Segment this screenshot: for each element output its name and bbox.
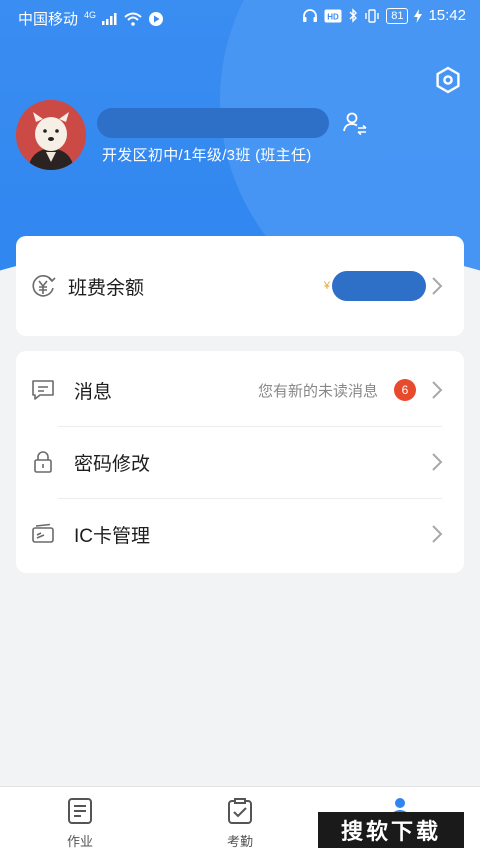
balance-currency: ¥ [323,280,330,292]
balance-amount-redacted [332,271,426,301]
profile-section: 开发区初中/1年级/3班 (班主任) [16,100,464,180]
document-icon [68,798,92,824]
carrier-name: 中国移动 [18,11,79,28]
yen-coin-icon [32,275,56,297]
clock: 15:42 [428,7,466,24]
lock-icon [34,451,52,473]
battery-level: 81 [386,7,409,24]
avatar[interactable] [16,100,86,170]
username-redacted [97,108,329,138]
balance-card[interactable]: 班费余额 ¥ [16,236,464,336]
chevron-right-icon [432,453,443,471]
tab-label-attendance: 考勤 [226,834,253,849]
tab-homework[interactable]: 作业 [0,787,160,854]
bluetooth-icon [349,8,358,23]
balance-row[interactable]: 班费余额 ¥ [16,250,464,322]
card-icon [32,523,54,543]
balance-label: 班费余额 [68,277,145,299]
media-play-icon [149,11,164,26]
menu-item-messages[interactable]: 消息 您有新的未读消息 6 [16,354,464,426]
headphones-icon [303,8,318,22]
hd-icon: HD [324,9,342,22]
clipboard-check-icon [228,798,252,824]
message-icon [32,380,54,400]
status-bar: 中国移动 4G HD 81 15:42 [0,0,480,34]
class-info: 开发区初中/1年级/3班 (班主任) [102,147,312,164]
menu-item-password[interactable]: 密码修改 [16,426,464,498]
signal-icon [102,12,117,25]
chevron-right-icon [432,277,443,295]
switch-role-icon[interactable] [342,110,368,136]
avatar-dog-illustration [16,100,86,170]
menu-label-ic-card: IC卡管理 [74,525,151,547]
menu-label-messages: 消息 [74,381,113,403]
unread-count-badge: 6 [394,379,416,401]
wifi-icon [124,12,142,26]
network-type: 4G [84,9,97,20]
menu-item-ic-card[interactable]: IC卡管理 [16,498,464,570]
vibrate-icon [365,8,379,23]
status-right: HD 81 15:42 [302,7,466,24]
settings-hexagon-icon[interactable] [434,66,462,94]
tab-label-homework: 作业 [66,834,93,849]
watermark-logo: 搜软下载 [318,812,464,848]
charging-icon [414,8,423,23]
menu-label-password: 密码修改 [74,453,151,475]
chevron-right-icon [432,381,443,399]
svg-text:HD: HD [327,12,339,21]
unread-hint: 您有新的未读消息 [257,382,378,400]
menu-card: 消息 您有新的未读消息 6 密码修改 IC卡管理 [16,351,464,573]
status-left: 中国移动 4G [18,8,164,29]
chevron-right-icon [432,525,443,543]
tab-attendance[interactable]: 考勤 [160,787,320,854]
